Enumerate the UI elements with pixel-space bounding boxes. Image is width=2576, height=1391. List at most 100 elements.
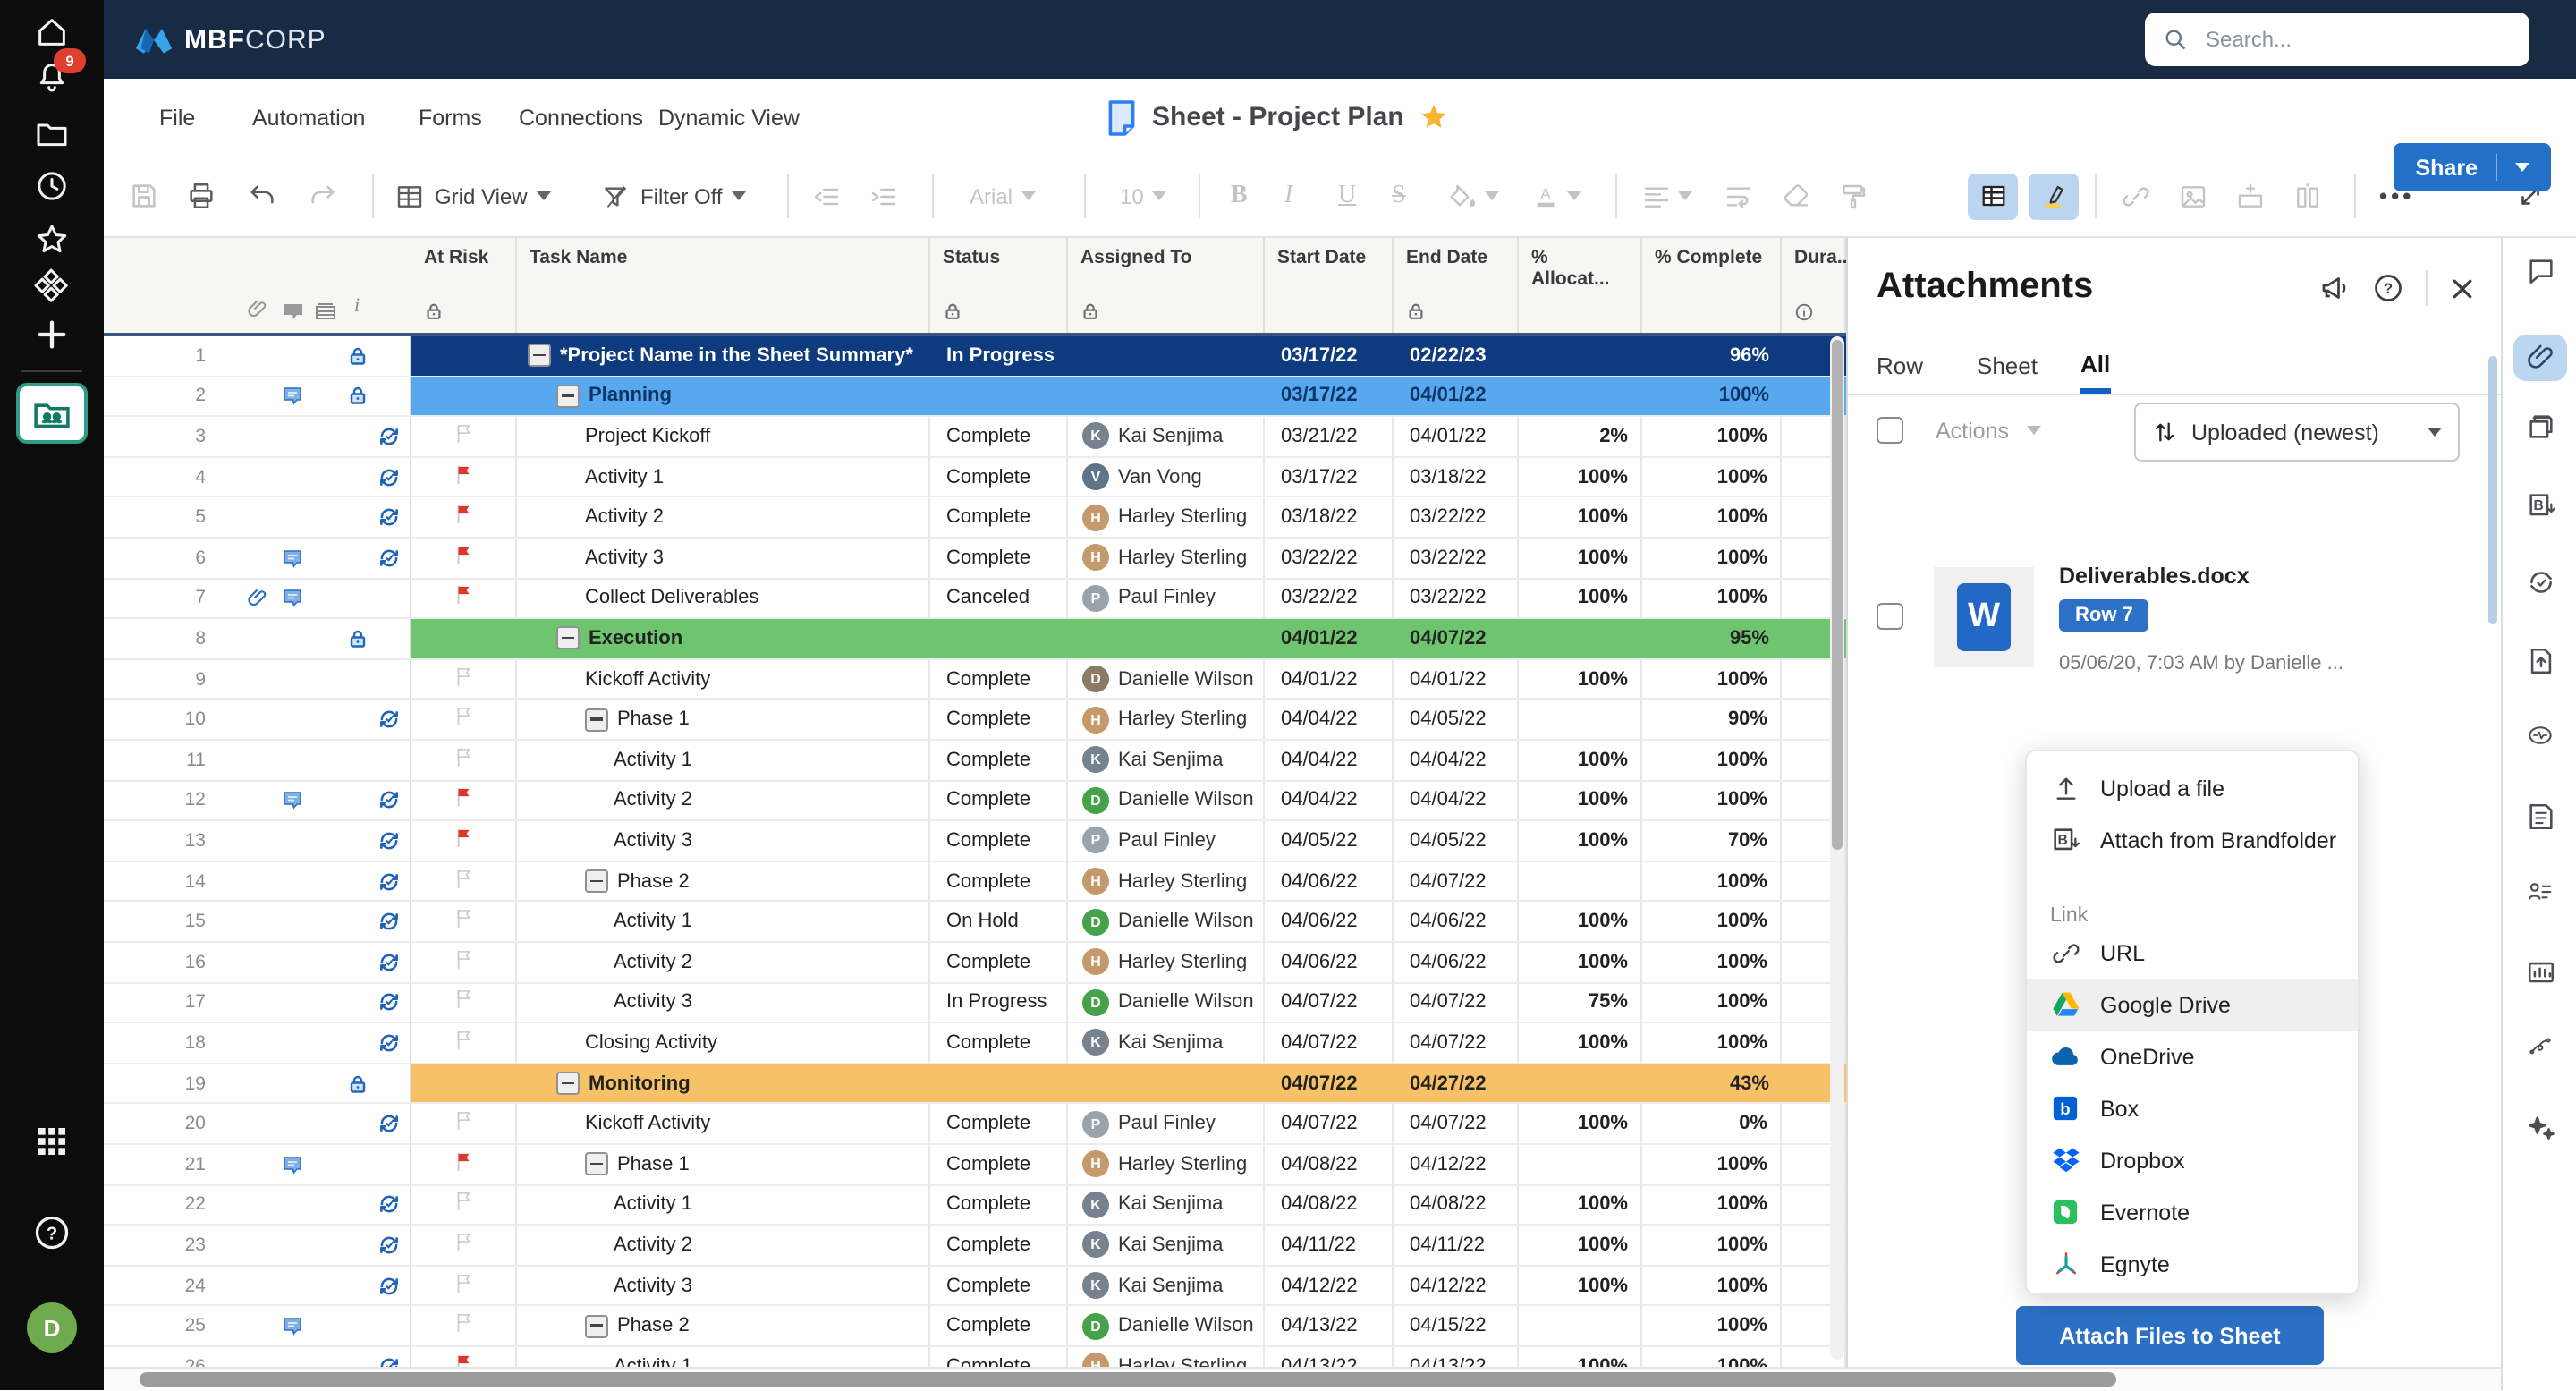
cell-task-name[interactable]: Planning <box>517 377 930 415</box>
cell-percent-allocated[interactable]: 100% <box>1519 741 1642 779</box>
tab-sheet[interactable]: Sheet <box>1977 338 2038 394</box>
menu-item-forms[interactable]: Forms <box>419 79 482 156</box>
row-number[interactable]: 9 <box>104 660 411 699</box>
cell-at-risk[interactable] <box>411 1347 517 1369</box>
cell-status[interactable]: Complete <box>930 498 1068 537</box>
cell-percent-allocated[interactable]: 100% <box>1519 579 1642 617</box>
cell-assigned-to[interactable]: KKai Senjima <box>1068 1267 1265 1305</box>
workspace-icon[interactable] <box>0 383 104 444</box>
cell-task-name[interactable]: Activity 2 <box>517 498 930 537</box>
share-button[interactable]: Share <box>2394 143 2552 191</box>
cell-end-date[interactable]: 04/11/22 <box>1394 1226 1519 1264</box>
tab-all[interactable]: All <box>2080 338 2110 394</box>
cell-task-name[interactable]: Activity 3 <box>517 1267 930 1305</box>
table-row[interactable]: 26Activity 1CompleteHHarley Sterling04/1… <box>104 1347 1846 1369</box>
cell-end-date[interactable]: 04/07/22 <box>1394 1105 1519 1143</box>
table-row[interactable]: 17Activity 3In ProgressDDanielle Wilson0… <box>104 983 1846 1023</box>
cell-start-date[interactable]: 04/05/22 <box>1265 821 1394 860</box>
cell-at-risk[interactable] <box>411 498 517 537</box>
cell-assigned-to[interactable]: DDanielle Wilson <box>1068 903 1265 941</box>
cell-percent-complete[interactable]: 100% <box>1642 458 1782 496</box>
cell-task-name[interactable]: Phase 1 <box>517 700 930 739</box>
table-row[interactable]: 22Activity 1CompleteKKai Senjima04/08/22… <box>104 1185 1846 1226</box>
table-row[interactable]: 25Phase 2CompleteDDanielle Wilson04/13/2… <box>104 1307 1846 1347</box>
cell-start-date[interactable]: 04/11/22 <box>1265 1226 1394 1264</box>
cell-percent-allocated[interactable]: 100% <box>1519 1267 1642 1305</box>
file-name[interactable]: Deliverables.docx <box>2059 564 2250 589</box>
cell-start-date[interactable]: 04/06/22 <box>1265 943 1394 981</box>
cell-start-date[interactable]: 04/01/22 <box>1265 619 1394 657</box>
conversations-icon[interactable] <box>2503 256 2576 286</box>
cell-start-date[interactable]: 03/18/22 <box>1265 498 1394 537</box>
row-number[interactable]: 5 <box>104 498 411 537</box>
cell-end-date[interactable]: 04/12/22 <box>1394 1267 1519 1305</box>
announcement-icon[interactable] <box>2318 272 2351 304</box>
row-number[interactable]: 17 <box>104 983 411 1022</box>
table-row[interactable]: 5Activity 2CompleteHHarley Sterling03/18… <box>104 498 1846 539</box>
cell-start-date[interactable]: 04/07/22 <box>1265 1023 1394 1062</box>
ai-assistant-icon[interactable] <box>2503 1112 2576 1142</box>
cell-assigned-to[interactable]: VVan Vong <box>1068 458 1265 496</box>
font-size-selector[interactable]: 10 <box>1109 156 1167 236</box>
table-row[interactable]: 1*Project Name in the Sheet Summary*In P… <box>104 336 1846 377</box>
cell-at-risk[interactable] <box>411 741 517 779</box>
cell-task-name[interactable]: Collect Deliverables <box>517 579 930 617</box>
cell-end-date[interactable]: 04/05/22 <box>1394 700 1519 739</box>
print-button[interactable] <box>186 156 216 236</box>
folder-icon[interactable] <box>0 116 104 152</box>
row-number[interactable]: 11 <box>104 741 411 779</box>
cell-end-date[interactable]: 04/01/22 <box>1394 377 1519 415</box>
column-header-at-risk[interactable]: At Risk <box>411 238 517 333</box>
cell-at-risk[interactable] <box>411 1145 517 1183</box>
cell-percent-complete[interactable]: 70% <box>1642 821 1782 860</box>
cell-percent-complete[interactable]: 96% <box>1642 336 1782 375</box>
cell-at-risk[interactable] <box>411 1185 517 1224</box>
row-number[interactable]: 23 <box>104 1226 411 1264</box>
cell-at-risk[interactable] <box>411 983 517 1022</box>
cell-at-risk[interactable] <box>411 377 517 415</box>
cell-status[interactable]: Canceled <box>930 579 1068 617</box>
file-checkbox[interactable] <box>1877 603 1903 630</box>
menu-item-connections[interactable]: Connections <box>519 79 643 156</box>
cell-task-name[interactable]: Activity 3 <box>517 539 930 577</box>
cell-assigned-to[interactable]: KKai Senjima <box>1068 417 1265 455</box>
cell-assigned-to[interactable]: PPaul Finley <box>1068 579 1265 617</box>
cell-assigned-to[interactable]: DDanielle Wilson <box>1068 781 1265 819</box>
cell-percent-allocated[interactable] <box>1519 377 1642 415</box>
collapse-toggle[interactable] <box>585 1314 608 1337</box>
cell-percent-allocated[interactable]: 100% <box>1519 1023 1642 1062</box>
clock-icon[interactable] <box>0 168 104 204</box>
cell-assigned-to[interactable]: KKai Senjima <box>1068 1023 1265 1062</box>
cell-task-name[interactable]: Activity 1 <box>517 741 930 779</box>
menu-item-dropbox[interactable]: Dropbox <box>2027 1134 2358 1186</box>
table-row[interactable]: 3Project KickoffCompleteKKai Senjima03/2… <box>104 417 1846 457</box>
row-number[interactable]: 2 <box>104 377 411 415</box>
cell-status[interactable]: Complete <box>930 1307 1068 1345</box>
cell-at-risk[interactable] <box>411 903 517 941</box>
cell-percent-complete[interactable]: 100% <box>1642 1347 1782 1369</box>
save-button[interactable] <box>129 156 159 236</box>
cell-percent-complete[interactable]: 100% <box>1642 1307 1782 1345</box>
cell-start-date[interactable]: 04/08/22 <box>1265 1145 1394 1183</box>
cell-percent-allocated[interactable] <box>1519 1145 1642 1183</box>
cell-status[interactable]: Complete <box>930 660 1068 699</box>
indent-button[interactable] <box>869 156 898 236</box>
cell-task-name[interactable]: Project Kickoff <box>517 417 930 455</box>
cell-status[interactable]: Complete <box>930 741 1068 779</box>
font-color-button[interactable]: A <box>1531 156 1581 236</box>
cell-assigned-to[interactable]: DDanielle Wilson <box>1068 660 1265 699</box>
search-input[interactable] <box>2202 25 2496 54</box>
table-row[interactable]: 19Monitoring04/07/2204/27/2243% <box>104 1064 1846 1105</box>
bold-button[interactable]: B <box>1231 156 1248 236</box>
row-number[interactable]: 10 <box>104 700 411 739</box>
cell-percent-complete[interactable]: 100% <box>1642 1185 1782 1224</box>
cell-percent-allocated[interactable]: 75% <box>1519 983 1642 1022</box>
cell-assigned-to[interactable] <box>1068 336 1265 375</box>
cell-percent-complete[interactable]: 100% <box>1642 498 1782 537</box>
cell-percent-complete[interactable]: 100% <box>1642 417 1782 455</box>
cell-percent-allocated[interactable] <box>1519 619 1642 657</box>
grid-vertical-scrollbar[interactable] <box>1830 336 1844 1360</box>
cell-start-date[interactable]: 04/01/22 <box>1265 660 1394 699</box>
cell-assigned-to[interactable]: KKai Senjima <box>1068 741 1265 779</box>
cell-end-date[interactable]: 04/08/22 <box>1394 1185 1519 1224</box>
